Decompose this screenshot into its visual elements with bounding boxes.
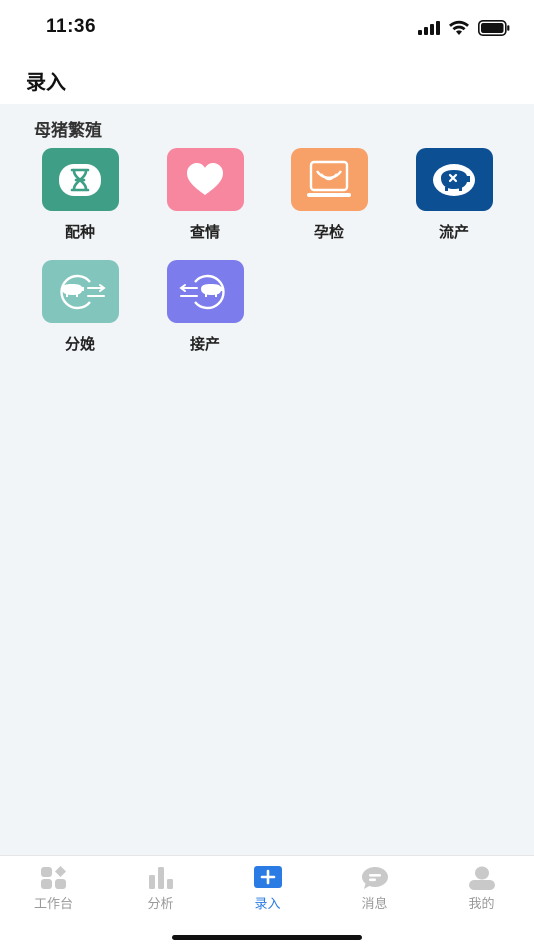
grid-item-label: 孕检 <box>313 223 344 241</box>
grid-item-heat-check[interactable]: 查情 <box>155 148 255 248</box>
home-indicator <box>172 935 362 940</box>
grid-item-label: 查情 <box>189 223 220 241</box>
status-bar: 11:36 <box>0 0 534 56</box>
pig-out-arrows-icon <box>60 274 106 309</box>
grid-item-label: 配种 <box>64 223 95 241</box>
abortion-tile[interactable] <box>415 148 493 211</box>
wifi-icon <box>449 20 469 35</box>
tab-label: 我的 <box>468 897 495 912</box>
grid-item-pregnancy-check[interactable]: 孕检 <box>279 148 379 248</box>
grid-item-abortion[interactable]: 流产 <box>404 148 504 248</box>
ultrasound-icon <box>307 160 351 197</box>
pig-cross-icon <box>433 163 475 196</box>
grid-item-delivery[interactable]: 接产 <box>155 260 255 360</box>
tab-analysis[interactable]: 分析 <box>107 856 214 916</box>
breeding-tile[interactable] <box>41 148 119 211</box>
farrowing-tile[interactable] <box>41 260 119 323</box>
pregnancy-check-tile[interactable] <box>290 148 368 211</box>
heart-icon <box>187 162 223 195</box>
tab-label: 消息 <box>361 897 388 912</box>
battery-icon <box>478 20 510 36</box>
pig-in-arrows-icon <box>179 274 225 309</box>
grid-item-farrowing[interactable]: 分娩 <box>30 260 130 360</box>
tab-mine[interactable]: 我的 <box>428 856 534 916</box>
heat-check-tile[interactable] <box>166 148 244 211</box>
grid-item-label: 分娩 <box>64 335 95 353</box>
status-icons <box>418 18 510 38</box>
tab-messages[interactable]: 消息 <box>321 856 428 916</box>
message-icon <box>360 865 390 891</box>
tab-entry[interactable]: 录入 <box>214 856 321 916</box>
section-title: 母猪繁殖 <box>34 121 102 141</box>
grid-item-label: 流产 <box>438 223 469 241</box>
status-time: 11:36 <box>46 16 97 37</box>
delivery-tile[interactable] <box>166 260 244 323</box>
workbench-icon <box>39 865 69 891</box>
nav-bar: 录入 <box>0 56 534 104</box>
grid-item-breeding[interactable]: 配种 <box>30 148 130 248</box>
user-icon <box>467 865 497 891</box>
tab-label: 录入 <box>254 897 281 912</box>
signal-icon <box>418 21 440 35</box>
grid-item-label: 接产 <box>189 335 220 353</box>
tab-workbench[interactable]: 工作台 <box>0 856 107 916</box>
tab-label: 分析 <box>147 897 174 912</box>
plus-icon <box>253 865 283 891</box>
bar-chart-icon <box>146 865 176 891</box>
dna-icon <box>59 163 101 196</box>
page-title: 录入 <box>26 70 66 94</box>
tab-label: 工作台 <box>33 897 73 912</box>
